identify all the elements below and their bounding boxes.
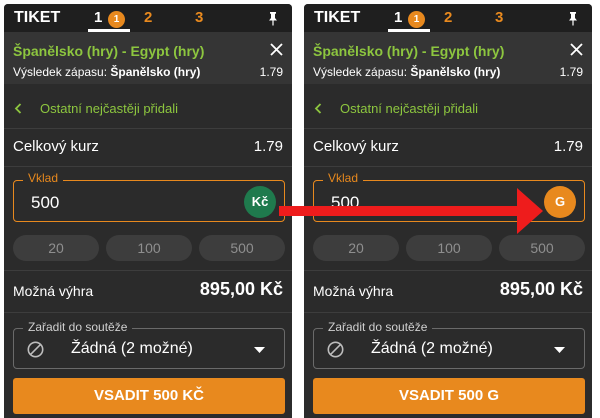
stake-input[interactable]: Vklad 500 G (313, 171, 585, 222)
total-odds-value: 1.79 (253, 138, 283, 155)
selection-name: Španělsko (hry) (110, 65, 201, 79)
stake-value[interactable]: 500 (331, 193, 359, 213)
others-also-added-link[interactable]: Ostatní nejčastěji přidali (304, 94, 592, 124)
tab-3[interactable]: 3 (495, 9, 503, 26)
possible-win-value: 895,00 Kč (199, 279, 283, 299)
stake-value[interactable]: 500 (31, 193, 59, 213)
bet-slip-title: TIKET (14, 9, 61, 26)
pin-icon[interactable] (266, 11, 280, 26)
divider (4, 166, 292, 167)
match-row: Španělsko (hry) - Egypt (hry) Výsledek z… (304, 32, 592, 84)
close-icon[interactable] (270, 43, 283, 56)
stake-label: Vklad (323, 171, 364, 185)
match-selection-line: Výsledek zápasu: Španělsko (hry) (313, 65, 500, 79)
place-bet-button[interactable]: VSADIT 500 KČ (13, 378, 285, 414)
market-label: Výsledek zápasu: (313, 65, 408, 79)
quick-stake-500-button[interactable]: 500 (499, 235, 585, 261)
divider (4, 312, 292, 313)
competition-value: Žádná (2 možné) (71, 340, 193, 357)
tab-1-count-badge: 1 (108, 11, 125, 28)
divider (304, 270, 592, 271)
total-odds-label: Celkový kurz (313, 138, 399, 155)
divider (304, 166, 592, 167)
selection-odds: 1.79 (259, 65, 283, 79)
quick-stake-20-button[interactable]: 20 (313, 235, 399, 261)
others-also-added-label: Ostatní nejčastěji přidali (40, 101, 179, 116)
divider (304, 312, 592, 313)
tab-2[interactable]: 2 (144, 9, 152, 26)
quick-stake-100-button[interactable]: 100 (106, 235, 192, 261)
divider (4, 128, 292, 129)
currency-kc-badge[interactable]: Kč (244, 186, 276, 218)
match-selection-line: Výsledek zápasu: Španělsko (hry) (13, 65, 200, 79)
possible-win-value: 895,00 Kč (499, 279, 583, 299)
tab-1[interactable]: 1 (94, 9, 102, 26)
quick-stake-20-button[interactable]: 20 (13, 235, 99, 261)
bet-slip-title: TIKET (314, 9, 361, 26)
no-entry-icon (327, 341, 344, 358)
close-icon[interactable] (570, 43, 583, 56)
pin-icon[interactable] (566, 11, 580, 26)
tab-3[interactable]: 3 (195, 9, 203, 26)
divider (304, 128, 592, 129)
bet-slip-panel-left: TIKET 1 1 2 3 Španělsko (hry) - Egypt (h… (4, 4, 292, 418)
tab-2[interactable]: 2 (444, 9, 452, 26)
match-name[interactable]: Španělsko (hry) - Egypt (hry) (13, 43, 204, 59)
match-name[interactable]: Španělsko (hry) - Egypt (hry) (313, 43, 504, 59)
possible-win-label: Možná výhra (313, 283, 394, 299)
currency-g-badge[interactable]: G (544, 186, 576, 218)
competition-value: Žádná (2 možné) (371, 340, 493, 357)
others-also-added-link[interactable]: Ostatní nejčastěji přidali (4, 94, 292, 124)
total-odds-value: 1.79 (553, 138, 583, 155)
bet-slip-tabbar: TIKET 1 1 2 3 (304, 4, 592, 32)
tab-1[interactable]: 1 (394, 9, 402, 26)
total-odds-label: Celkový kurz (13, 138, 99, 155)
caret-down-icon (554, 347, 565, 353)
stake-label: Vklad (23, 171, 64, 185)
caret-down-icon (254, 347, 265, 353)
quick-stake-100-button[interactable]: 100 (406, 235, 492, 261)
others-also-added-label: Ostatní nejčastěji přidali (340, 101, 479, 116)
possible-win-label: Možná výhra (13, 283, 94, 299)
selection-name: Španělsko (hry) (410, 65, 501, 79)
match-row: Španělsko (hry) - Egypt (hry) Výsledek z… (4, 32, 292, 84)
competition-label: Zařadit do soutěže (23, 320, 133, 334)
selection-odds: 1.79 (559, 65, 583, 79)
quick-stake-500-button[interactable]: 500 (199, 235, 285, 261)
no-entry-icon (27, 341, 44, 358)
bet-slip-tabbar: TIKET 1 1 2 3 (4, 4, 292, 32)
chevron-left-icon (314, 103, 322, 114)
competition-select[interactable]: Zařadit do soutěže Žádná (2 možné) (313, 320, 585, 369)
divider (4, 270, 292, 271)
competition-select[interactable]: Zařadit do soutěže Žádná (2 možné) (13, 320, 285, 369)
bet-slip-panel-right: TIKET 1 1 2 3 Španělsko (hry) - Egypt (h… (304, 4, 592, 418)
chevron-left-icon (14, 103, 22, 114)
market-label: Výsledek zápasu: (13, 65, 108, 79)
stake-input[interactable]: Vklad 500 Kč (13, 171, 285, 222)
tab-1-count-badge: 1 (408, 11, 425, 28)
place-bet-button[interactable]: VSADIT 500 G (313, 378, 585, 414)
competition-label: Zařadit do soutěže (323, 320, 433, 334)
